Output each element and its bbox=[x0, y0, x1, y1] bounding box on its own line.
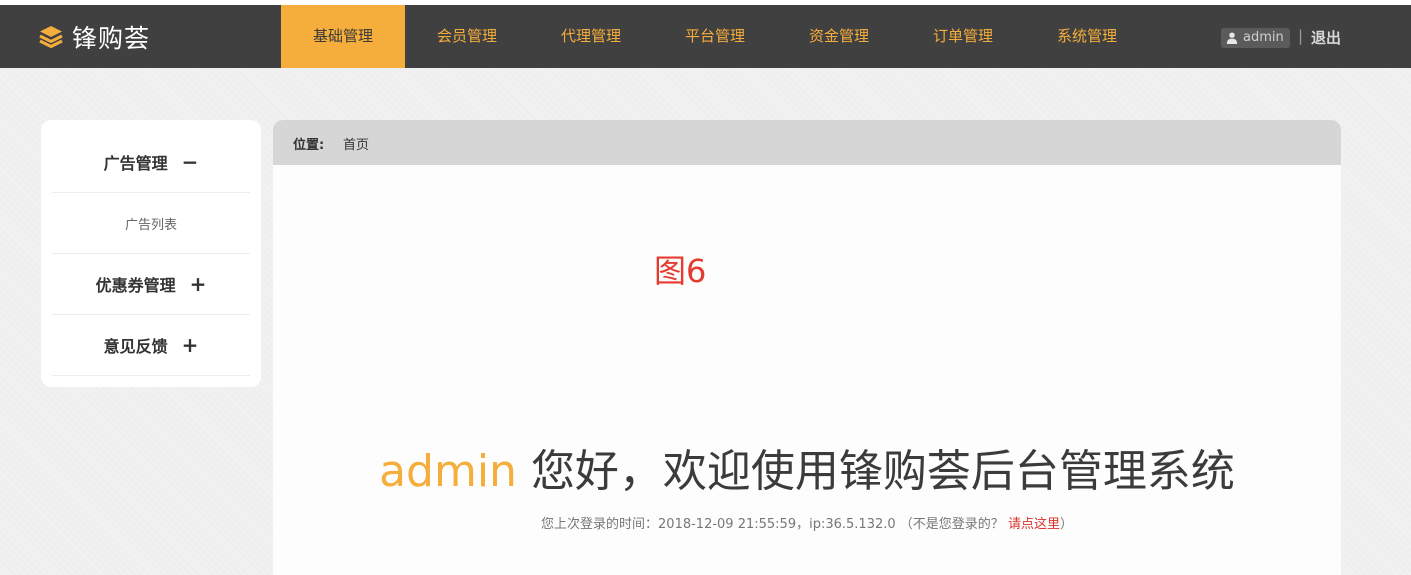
sidebar-group-ad-management[interactable]: 广告管理 − bbox=[52, 132, 250, 193]
not-you-suffix: ） bbox=[1059, 517, 1073, 532]
breadcrumb-label: 位置: bbox=[293, 138, 325, 153]
nav-item-order-management[interactable]: 订单管理 bbox=[901, 5, 1025, 68]
expand-plus-icon: + bbox=[189, 272, 207, 296]
nav-item-platform-management[interactable]: 平台管理 bbox=[653, 5, 777, 68]
last-login-prefix: 您上次登录的时间： bbox=[541, 517, 659, 532]
last-login-ip: ，ip:36.5.132.0 bbox=[796, 517, 896, 532]
welcome-username: admin bbox=[379, 446, 517, 497]
user-badge[interactable]: admin bbox=[1221, 28, 1290, 48]
sidebar-group-coupon-management[interactable]: 优惠券管理 + bbox=[52, 254, 250, 315]
nav-item-basic-management[interactable]: 基础管理 bbox=[281, 5, 405, 68]
logo[interactable]: 锋购荟 bbox=[38, 21, 150, 53]
not-you-question: （不是您登录的？ bbox=[899, 517, 1004, 532]
last-login-time: 2018-12-09 21:55:59 bbox=[658, 517, 797, 532]
welcome-heading: admin 您好，欢迎使用锋购荟后台管理系统 bbox=[273, 435, 1341, 499]
nav-item-funds-management[interactable]: 资金管理 bbox=[777, 5, 901, 68]
top-navbar: 锋购荟 基础管理 会员管理 代理管理 平台管理 资金管理 订单管理 系统管理 a… bbox=[0, 5, 1411, 68]
logout-link[interactable]: 退出 bbox=[1311, 27, 1341, 48]
user-icon bbox=[1226, 32, 1238, 44]
sidebar-group-title: 意见反馈 bbox=[103, 337, 168, 356]
breadcrumb: 位置: 首页 bbox=[273, 120, 1341, 165]
stacked-layers-icon bbox=[39, 26, 63, 48]
nav-item-member-management[interactable]: 会员管理 bbox=[405, 5, 529, 68]
sidebar-group-feedback[interactable]: 意见反馈 + bbox=[52, 315, 250, 376]
nav-item-agent-management[interactable]: 代理管理 bbox=[529, 5, 653, 68]
logo-text: 锋购荟 bbox=[72, 24, 151, 53]
sidebar-item-ad-list[interactable]: 广告列表 bbox=[52, 193, 250, 254]
sidebar-group-title: 优惠券管理 bbox=[95, 276, 176, 295]
welcome-message: 您好，欢迎使用锋购荟后台管理系统 bbox=[530, 446, 1235, 497]
click-here-link[interactable]: 请点这里 bbox=[1008, 517, 1060, 532]
collapse-minus-icon: − bbox=[181, 150, 199, 174]
sidebar: 广告管理 − 广告列表 优惠券管理 + 意见反馈 + bbox=[41, 120, 261, 387]
figure-annotation: 图6 bbox=[654, 252, 707, 290]
last-login-info: 您上次登录的时间：2018-12-09 21:55:59，ip:36.5.132… bbox=[273, 513, 1341, 532]
nav-item-system-management[interactable]: 系统管理 bbox=[1025, 5, 1149, 68]
breadcrumb-item-home[interactable]: 首页 bbox=[343, 134, 369, 153]
user-name: admin bbox=[1243, 30, 1284, 45]
expand-plus-icon: + bbox=[181, 333, 199, 357]
nav-separator: | bbox=[1298, 27, 1304, 45]
main-content: 位置: 首页 图6 admin 您好，欢迎使用锋购荟后台管理系统 您上次登录的时… bbox=[273, 120, 1341, 575]
sidebar-group-title: 广告管理 bbox=[103, 154, 168, 173]
